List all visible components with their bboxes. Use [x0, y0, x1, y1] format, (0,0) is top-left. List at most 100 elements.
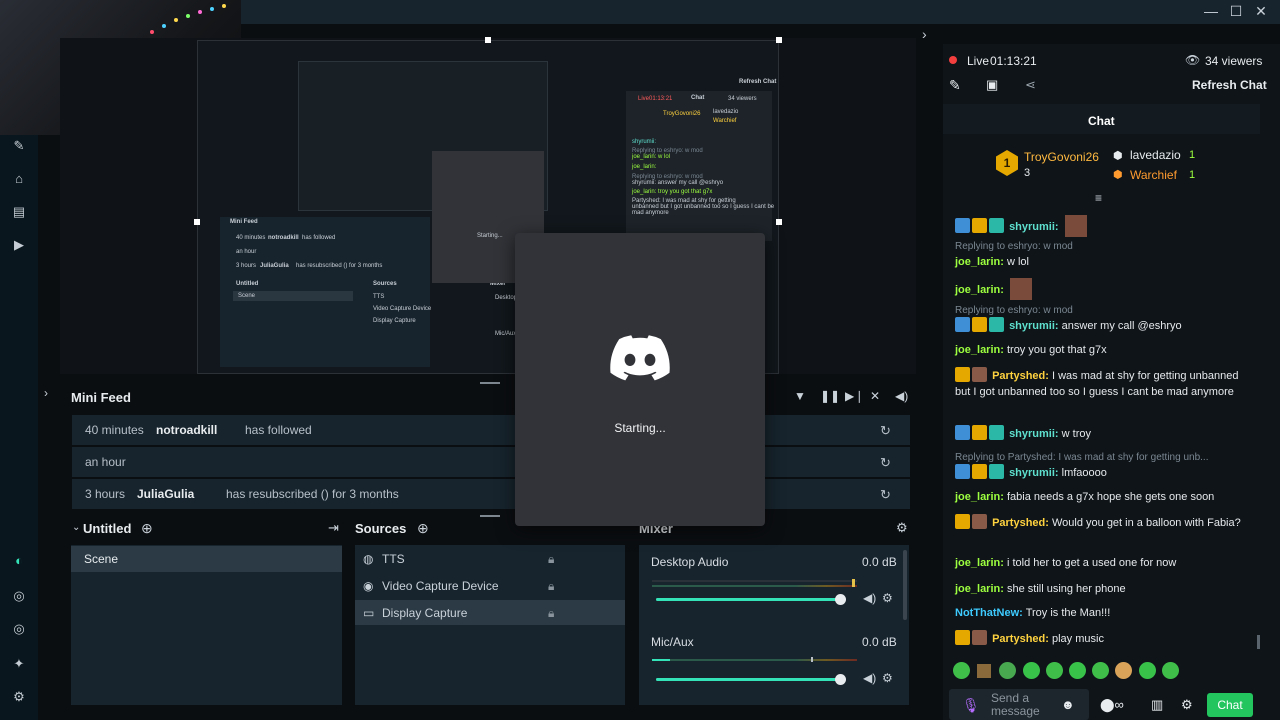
preview-feed1-action: has followed: [302, 235, 336, 241]
resize-handle[interactable]: [776, 37, 782, 43]
second-supporter-name: lavedazio: [1130, 148, 1181, 162]
play-icon[interactable]: ▶: [10, 236, 28, 254]
minimize-button[interactable]: —: [1201, 3, 1221, 19]
preview-chat-title: Chat: [691, 95, 705, 101]
filter-icon[interactable]: ▼: [794, 389, 806, 403]
collapse-chevron-icon[interactable]: ⌄: [72, 522, 80, 533]
dashboard-icon[interactable]: ◎: [10, 587, 28, 605]
chat-settings-icon[interactable]: ⚙: [1181, 697, 1193, 713]
volume-icon[interactable]: ◀): [895, 389, 908, 403]
video-clip-icon[interactable]: ▣: [986, 77, 998, 93]
resize-handle[interactable]: [485, 37, 491, 43]
replay-icon[interactable]: ↻: [880, 455, 891, 471]
audio-meter: [652, 585, 857, 587]
drag-handle[interactable]: [480, 382, 500, 384]
speaker-icon[interactable]: ◀): [863, 671, 876, 685]
layout-icon[interactable]: ◎: [10, 620, 28, 638]
emote-image: [1009, 278, 1032, 300]
settings-icon[interactable]: ⚙: [10, 688, 28, 706]
replay-icon[interactable]: ↻: [880, 423, 891, 439]
audio-meter: [652, 580, 857, 582]
chevron-right-icon[interactable]: ›: [922, 26, 927, 42]
source-item[interactable]: ◉ Video Capture Device 🔒︎: [355, 573, 625, 598]
studio-mode-icon[interactable]: ◐: [10, 552, 28, 570]
source-item[interactable]: ◍ TTS 🔒︎: [355, 546, 625, 571]
mixer-scrollbar[interactable]: [903, 550, 907, 620]
speaker-icon[interactable]: ◀): [863, 591, 876, 605]
channel-points-icon[interactable]: ⬤∞: [1100, 697, 1124, 713]
share-icon[interactable]: ⋖: [1025, 77, 1036, 93]
preview-untitled: Untitled: [236, 281, 259, 287]
microphone-icon[interactable]: 🎙︎: [962, 697, 980, 714]
top-supporter-name: TroyGovoni26: [1024, 150, 1099, 164]
replay-icon[interactable]: ↻: [880, 487, 891, 503]
volume-slider[interactable]: [656, 594, 846, 605]
preview-feed2: an hour: [236, 249, 257, 255]
emoji-icon[interactable]: ☻: [1061, 697, 1075, 712]
chat-input-placeholder: Send a message: [991, 691, 1040, 718]
preview-src2: Video Capture Device: [373, 306, 432, 312]
resize-handle[interactable]: [194, 219, 200, 225]
volume-slider[interactable]: [656, 674, 846, 685]
preview-desktop: Desktop: [495, 295, 518, 301]
skip-icon[interactable]: ▶❘: [845, 389, 864, 403]
preview-top2: lavedazio: [713, 109, 739, 115]
preview-feed1-user: notroadkill: [268, 235, 299, 241]
preview-live-time: Live01:13:21: [638, 96, 673, 102]
second-supporter-count: 1: [1189, 149, 1196, 161]
mixer-settings-icon[interactable]: ⚙: [896, 520, 908, 536]
pause-icon[interactable]: ❚❚: [820, 389, 840, 403]
preview-feed3-user: JuliaGulia: [260, 263, 289, 269]
themes-icon[interactable]: ▤: [10, 203, 28, 221]
preview-top1: TroyGovoni26: [663, 111, 701, 117]
emote-bar[interactable]: [953, 662, 1183, 682]
preview-micaux: Mic/Aux: [495, 331, 517, 337]
mixer-channel-level: 0.0 dB: [862, 555, 897, 569]
refresh-chat-button[interactable]: Refresh Chat: [1192, 78, 1267, 92]
close-button[interactable]: ✕: [1251, 3, 1271, 20]
preview-sources: Sources: [373, 281, 397, 287]
chat-scrollbar[interactable]: [1257, 635, 1260, 649]
discord-splash-window: Starting...: [515, 233, 765, 526]
transition-icon[interactable]: ⇥: [328, 520, 339, 536]
source-item[interactable]: ▭ Display Capture 🔒︎: [355, 600, 625, 625]
chat-message: joe_larin: fabia needs a g7x hope she ge…: [955, 491, 1215, 503]
scene-item-label: Scene: [84, 552, 119, 566]
third-supporter-name: Warchief: [1130, 168, 1177, 182]
channel-settings-icon[interactable]: ⚙: [882, 671, 893, 685]
emote-image: [1064, 215, 1087, 237]
store-icon[interactable]: ⌂: [10, 170, 28, 188]
sparkle-icon[interactable]: ✦: [10, 655, 28, 673]
feed-row: 40 minutes notroadkill has followed ↻: [72, 415, 910, 445]
second-rank-icon: ⬢: [1113, 150, 1123, 162]
third-rank-icon: ⬢: [1113, 169, 1123, 181]
send-chat-button[interactable]: Chat: [1207, 693, 1253, 717]
store-icon[interactable]: ▥: [1151, 697, 1163, 713]
channel-settings-icon[interactable]: ⚙: [882, 591, 893, 605]
expand-chevron-icon[interactable]: ›: [44, 386, 48, 400]
scene-collection-title[interactable]: Untitled: [83, 521, 131, 536]
preview-scene: Scene: [238, 293, 256, 299]
maximize-button[interactable]: ☐: [1226, 3, 1246, 20]
drag-handle[interactable]: [480, 515, 500, 517]
preview-starting: Starting...: [477, 233, 503, 239]
add-scene-icon[interactable]: ⊕: [141, 520, 153, 537]
discord-status-text: Starting...: [614, 421, 666, 435]
add-source-icon[interactable]: ⊕: [417, 520, 429, 537]
monitor-icon: ▭: [363, 606, 375, 620]
collapse-leaderboard-icon[interactable]: ≡: [1095, 191, 1102, 205]
resize-handle[interactable]: [776, 219, 782, 225]
chat-message: Partyshed: I was mad at shy for getting …: [955, 367, 1245, 400]
edit-stream-icon[interactable]: ✎: [949, 77, 961, 94]
chat-message: shyrumii:: [955, 215, 1245, 237]
preview-src1: TTS: [373, 294, 385, 300]
mute-alerts-icon[interactable]: ✕: [870, 389, 880, 403]
globe-icon: ◍: [363, 552, 374, 566]
editor-icon[interactable]: ✎: [10, 137, 28, 155]
chat-message: shyrumii: answer my call @eshryo: [955, 317, 1245, 334]
live-timer: 01:13:21: [990, 54, 1037, 68]
camera-icon: ◉: [363, 579, 374, 593]
mixer-channel-level: 0.0 dB: [862, 635, 897, 649]
peak-indicator: [811, 657, 813, 662]
chat-message: shyrumii: lmfaoooo: [955, 464, 1245, 481]
